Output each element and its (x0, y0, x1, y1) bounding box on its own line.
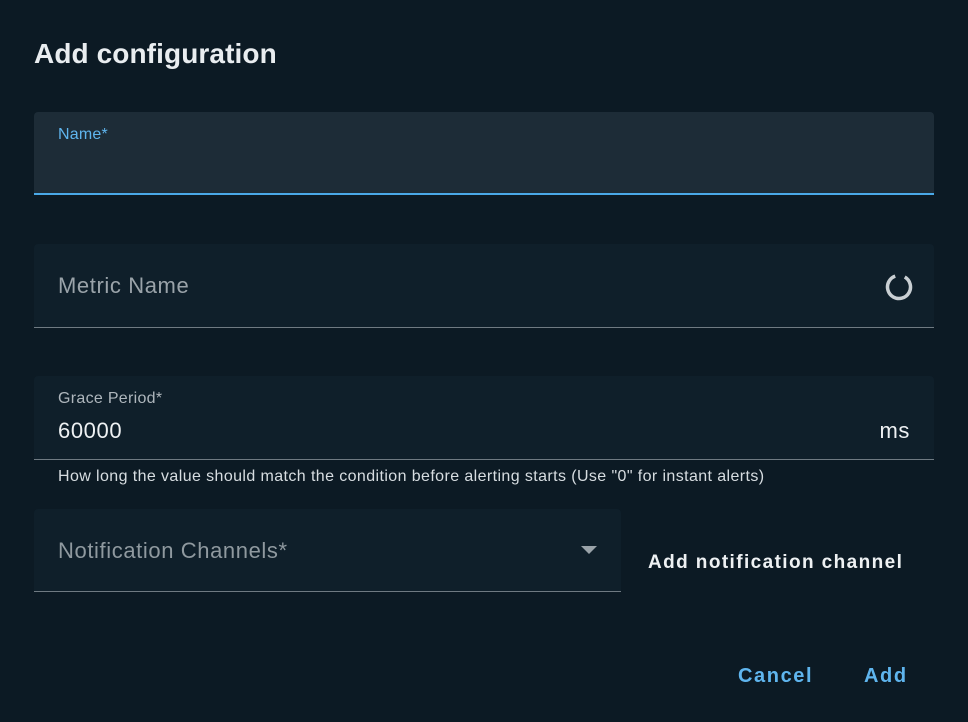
dialog-title: Add configuration (34, 38, 277, 69)
caret-down-icon[interactable] (581, 546, 597, 554)
notification-channels-select[interactable]: Notification Channels* (34, 509, 621, 592)
name-input[interactable] (58, 152, 912, 184)
add-notification-channel-button[interactable]: Add notification channel (648, 552, 903, 574)
name-field[interactable]: Name* (34, 112, 934, 195)
add-configuration-dialog: Add configuration Name* Metric Name Grac… (0, 0, 968, 722)
name-field-label: Name* (58, 126, 108, 143)
notification-channels-placeholder: Notification Channels* (58, 538, 288, 563)
grace-period-field[interactable]: Grace Period* 60000 ms (34, 376, 934, 460)
loading-spinner-icon (885, 273, 913, 301)
metric-name-placeholder: Metric Name (58, 273, 190, 298)
metric-name-field[interactable]: Metric Name (34, 244, 934, 328)
add-button[interactable]: Add (864, 665, 908, 688)
grace-period-label: Grace Period* (58, 390, 163, 407)
grace-period-value[interactable]: 60000 (58, 418, 122, 444)
grace-period-unit: ms (879, 418, 910, 443)
cancel-button[interactable]: Cancel (738, 665, 813, 688)
grace-period-helper-text: How long the value should match the cond… (58, 468, 765, 485)
